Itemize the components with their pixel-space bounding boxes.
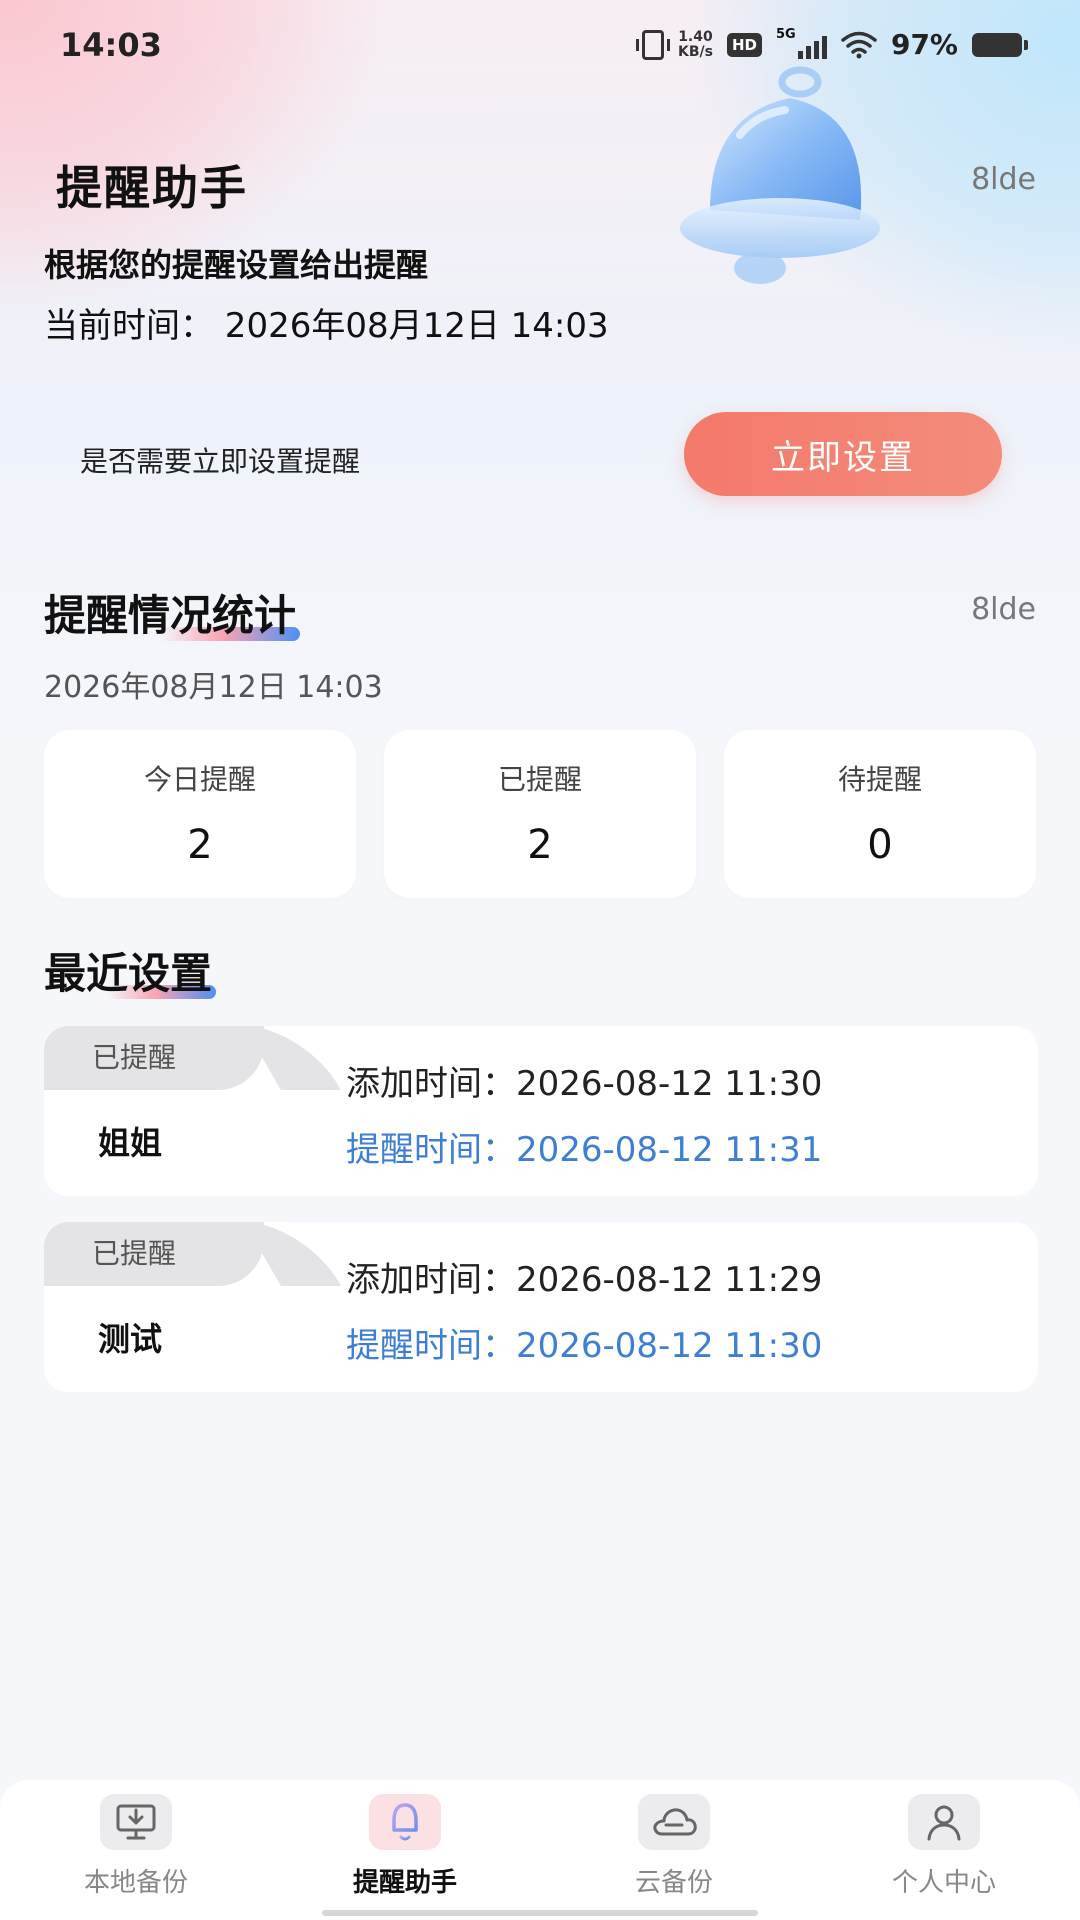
network-speed-value: 1.40 (678, 28, 713, 45)
battery-icon (972, 32, 1028, 57)
page-title: 提醒助手 (56, 161, 248, 215)
remind-time: 提醒时间：2026-08-12 11:30 (346, 1326, 823, 1366)
nav-label: 本地备份 (83, 1868, 188, 1898)
stat-value: 2 (187, 822, 213, 868)
recent-title-text: 最近设置 (44, 949, 213, 998)
battery-percent: 97% (890, 28, 958, 61)
stats-section-title: 提醒情况统计 (44, 582, 301, 643)
nav-label: 个人中心 (891, 1868, 996, 1898)
status-icons: 1.40 KB/s HD 5G 97% (635, 27, 1028, 61)
reminder-item[interactable]: 已提醒 姐姐 添加时间：2026-08-12 11:30 提醒时间：2026-0… (44, 1026, 1038, 1196)
network-speed-unit: KB/s (677, 43, 713, 60)
reminder-name: 姐姐 (98, 1124, 163, 1162)
hero-background (0, 0, 1080, 760)
setup-now-button[interactable]: 立即设置 (684, 412, 1002, 496)
reminder-name: 测试 (98, 1320, 163, 1358)
cloud-icon (653, 1808, 697, 1836)
stat-card-reminded: 已提醒 2 (384, 730, 696, 898)
stat-label: 今日提醒 (143, 763, 256, 796)
nav-item-cloud-backup[interactable]: 云备份 (574, 1794, 774, 1904)
nav-item-reminder[interactable]: 提醒助手 (305, 1794, 505, 1904)
current-time: 当前时间： 2026年08月12日 14:03 (44, 306, 609, 346)
reminder-item[interactable]: 已提醒 测试 添加时间：2026-08-12 11:29 提醒时间：2026-0… (44, 1222, 1038, 1392)
home-indicator[interactable] (322, 1910, 758, 1916)
wifi-icon (841, 31, 877, 58)
signal-icon: 5G (776, 27, 827, 59)
remind-time: 提醒时间：2026-08-12 11:31 (346, 1130, 823, 1170)
recent-section-title: 最近设置 (44, 940, 217, 1001)
stat-value: 2 (527, 822, 553, 868)
added-time: 添加时间：2026-08-12 11:29 (346, 1260, 823, 1300)
stats-title-text: 提醒情况统计 (44, 591, 297, 640)
hd-icon: HD (726, 32, 762, 57)
status-tag: 已提醒 (44, 1026, 264, 1090)
stats-brand-mark: 8lde (971, 592, 1036, 627)
status-tag: 已提醒 (44, 1222, 264, 1286)
nav-label: 提醒助手 (352, 1868, 457, 1898)
monitor-download-icon (116, 1804, 156, 1840)
setup-prompt: 是否需要立即设置提醒 (80, 445, 361, 478)
brand-mark: 8lde (971, 162, 1036, 197)
nav-icon-bg (638, 1794, 710, 1850)
person-icon (927, 1805, 961, 1841)
stat-card-pending: 待提醒 0 (724, 730, 1036, 898)
stat-card-today: 今日提醒 2 (44, 730, 356, 898)
bell-illustration-icon (680, 66, 880, 284)
page-subtitle: 根据您的提醒设置给出提醒 (44, 246, 429, 284)
added-time: 添加时间：2026-08-12 11:30 (346, 1064, 823, 1104)
stat-label: 已提醒 (497, 763, 582, 796)
bell-icon (388, 1803, 422, 1841)
stat-value: 0 (867, 822, 893, 868)
bottom-nav: 本地备份 提醒助手 云备份 个人中心 (0, 1780, 1080, 1920)
network-type: 5G (775, 26, 796, 42)
nav-icon-bg (908, 1794, 980, 1850)
status-time: 14:03 (60, 26, 162, 64)
stats-date: 2026年08月12日 14:03 (44, 670, 383, 705)
nav-item-local-backup[interactable]: 本地备份 (36, 1794, 236, 1904)
status-bar: 14:03 1.40 KB/s HD 5G 97% (0, 0, 1080, 96)
stat-label: 待提醒 (837, 763, 922, 796)
vibrate-icon (635, 29, 670, 60)
network-speed: 1.40 KB/s (677, 28, 713, 60)
nav-item-profile[interactable]: 个人中心 (844, 1794, 1044, 1904)
nav-icon-bg (100, 1794, 172, 1850)
nav-icon-bg (369, 1794, 441, 1850)
nav-label: 云备份 (634, 1868, 713, 1898)
